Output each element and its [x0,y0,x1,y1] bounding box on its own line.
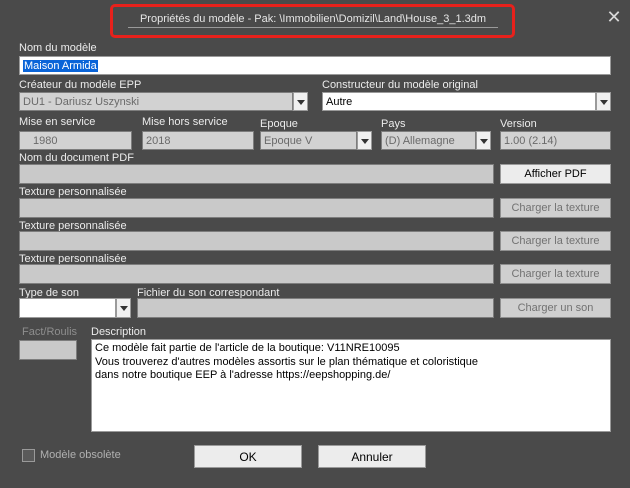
epp-creator-chevron-down-icon[interactable] [293,92,308,111]
original-builder-label: Constructeur du modèle original [322,79,478,91]
service-start-input[interactable]: 1980 [19,131,132,150]
load-texture-3-button[interactable]: Charger la texture [500,264,611,284]
epoch-label: Epoque [260,118,298,130]
country-select[interactable]: (D) Allemagne [381,131,476,150]
epoch-select[interactable]: Epoque V [260,131,357,150]
sound-type-select[interactable] [19,298,116,318]
load-sound-button[interactable]: Charger un son [500,298,611,318]
fact-roulis-input[interactable] [19,340,77,360]
texture-3-input[interactable] [19,264,494,284]
model-name-input[interactable]: Maison Armida [19,56,611,75]
description-textarea[interactable]: Ce modèle fait partie de l'article de la… [91,339,611,432]
sound-type-chevron-down-icon[interactable] [116,298,131,318]
version-input[interactable]: 1.00 (2.14) [500,131,611,150]
country-chevron-down-icon[interactable] [476,131,491,150]
obsolete-checkbox[interactable] [22,449,35,462]
texture-2-input[interactable] [19,231,494,251]
description-line-3: dans notre boutique EEP à l'adresse http… [95,369,391,381]
load-texture-2-button[interactable]: Charger la texture [500,231,611,251]
model-name-label: Nom du modèle [19,42,97,54]
fact-roulis-label: Fact/Roulis [22,326,78,338]
model-properties-dialog: Propriétés du modèle - Pak: \Immobilien\… [0,0,630,488]
load-texture-1-button[interactable]: Charger la texture [500,198,611,218]
service-end-input[interactable]: 2018 [142,131,254,150]
show-pdf-button[interactable]: Afficher PDF [500,164,611,184]
ok-button[interactable]: OK [194,445,302,468]
description-line-1: Ce modèle fait partie de l'article de la… [95,342,400,354]
version-label: Version [500,118,537,130]
window-title: Propriétés du modèle - Pak: \Immobilien\… [139,13,487,25]
epoch-chevron-down-icon[interactable] [357,131,372,150]
original-builder-select[interactable]: Autre [322,92,596,111]
obsolete-label: Modèle obsolète [40,449,121,461]
description-label: Description [91,326,147,338]
original-builder-chevron-down-icon[interactable] [596,92,611,111]
service-end-label: Mise hors service [142,116,228,128]
cancel-button[interactable]: Annuler [318,445,426,468]
epp-creator-select[interactable]: DU1 - Dariusz Uszynski [19,92,293,111]
pdf-input[interactable] [19,164,494,184]
epp-creator-label: Créateur du modèle EPP [19,79,142,91]
country-label: Pays [381,118,406,130]
title-underline [128,27,498,28]
service-start-label: Mise en service [19,116,96,128]
sound-file-input[interactable] [137,298,494,318]
close-icon[interactable]: ✕ [604,7,624,27]
texture-1-input[interactable] [19,198,494,218]
model-name-value: Maison Armida [23,60,98,72]
description-line-2: Vous trouverez d'autres modèles assortis… [95,355,479,368]
